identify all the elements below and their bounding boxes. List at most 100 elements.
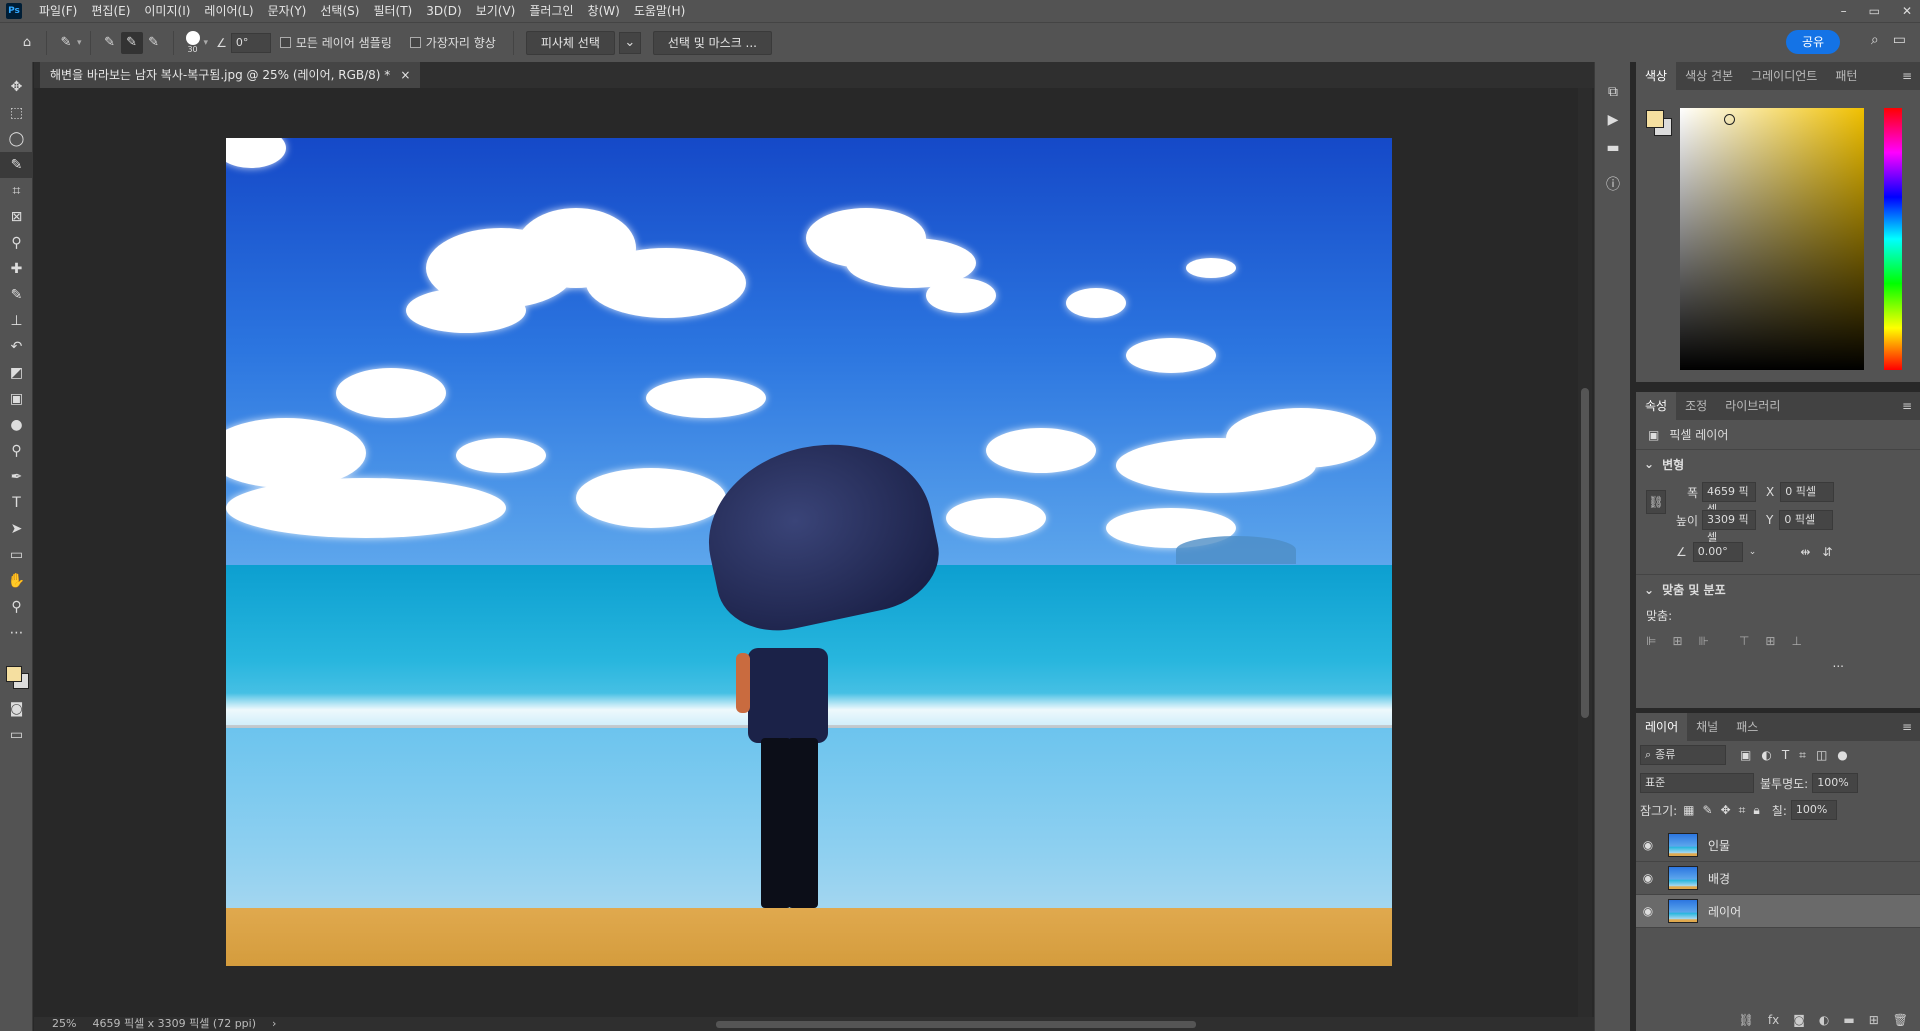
menu-window[interactable]: 창(W) <box>581 0 627 22</box>
color-picker-handle[interactable] <box>1724 114 1735 125</box>
select-subject-dropdown-icon[interactable]: ⌄ <box>618 31 641 54</box>
sample-all-layers-checkbox[interactable]: 모든 레이어 샘플링 <box>279 34 392 51</box>
workspace-icon[interactable]: ▭ <box>1893 32 1906 48</box>
restore-button[interactable]: ▭ <box>1869 0 1880 22</box>
color-swatches[interactable] <box>0 646 32 696</box>
menu-layer[interactable]: 레이어(L) <box>197 0 260 22</box>
angle-field[interactable]: 0° <box>230 32 271 53</box>
new-selection-icon[interactable]: ✎ <box>99 32 121 54</box>
gradient-tool-icon[interactable]: ▣ <box>0 386 33 412</box>
layer-row-background[interactable]: ◉ 배경 <box>1636 862 1920 895</box>
blur-tool-icon[interactable]: ● <box>0 412 33 438</box>
screen-mode-icon[interactable]: ▭ <box>0 722 33 748</box>
vertical-scrollbar[interactable] <box>1578 88 1592 1017</box>
subtract-selection-icon[interactable]: ✎ <box>143 32 165 54</box>
filter-toggle-icon[interactable]: ● <box>1837 748 1847 763</box>
align-right-icon[interactable]: ⊪ <box>1699 634 1709 648</box>
new-layer-icon[interactable]: ⊞ <box>1869 1013 1879 1027</box>
enhance-edge-checkbox[interactable]: 가장자리 향상 <box>409 34 496 51</box>
fx-icon[interactable]: fx <box>1768 1013 1779 1027</box>
color-field[interactable] <box>1680 108 1864 370</box>
lock-position-icon[interactable]: ✥ <box>1721 803 1731 818</box>
align-middle-icon[interactable]: ⊞ <box>1765 634 1775 648</box>
clone-stamp-tool-icon[interactable]: ⊥ <box>0 308 33 334</box>
panel-menu-icon[interactable]: ≡ <box>1902 392 1920 420</box>
quick-selection-preset-icon[interactable]: ✎ <box>55 32 77 54</box>
add-selection-icon[interactable]: ✎ <box>120 31 143 54</box>
flip-vertical-icon[interactable]: ⇵ <box>1822 545 1832 559</box>
fill-field[interactable]: 100% <box>1790 800 1837 820</box>
healing-brush-tool-icon[interactable]: ✚ <box>0 256 33 282</box>
panel-menu-icon[interactable]: ≡ <box>1902 713 1920 741</box>
layer-row-person[interactable]: ◉ 인물 <box>1636 829 1920 862</box>
new-group-icon[interactable]: ▬ <box>1843 1013 1854 1027</box>
menu-file[interactable]: 파일(F) <box>32 0 84 22</box>
add-mask-icon[interactable]: ◙ <box>1793 1013 1805 1027</box>
lock-artboard-icon[interactable]: ⌗ <box>1739 803 1746 818</box>
history-panel-icon[interactable]: ⧉ <box>1595 78 1631 106</box>
share-button[interactable]: 공유 <box>1786 30 1840 54</box>
document-image[interactable] <box>226 138 1392 966</box>
lock-image-icon[interactable]: ✎ <box>1703 803 1713 818</box>
frame-tool-icon[interactable]: ⊠ <box>0 204 33 230</box>
link-layers-icon[interactable]: ⛓ <box>1739 1013 1754 1027</box>
menu-image[interactable]: 이미지(I) <box>137 0 197 22</box>
align-distribute-section[interactable]: ⌄ 맞춤 및 분포 <box>1636 574 1920 604</box>
menu-type[interactable]: 문자(Y) <box>261 0 314 22</box>
align-left-icon[interactable]: ⊫ <box>1646 634 1656 648</box>
rectangle-tool-icon[interactable]: ▭ <box>0 542 33 568</box>
align-top-icon[interactable]: ⊤ <box>1739 634 1749 648</box>
lock-transparent-icon[interactable]: ▦ <box>1683 803 1694 818</box>
pen-tool-icon[interactable]: ✒ <box>0 464 33 490</box>
blend-mode-select[interactable]: 표준 <box>1640 773 1754 793</box>
trash-icon[interactable]: 🗑︎ <box>1893 1013 1908 1027</box>
height-field[interactable]: 3309 픽셀 <box>1702 510 1756 544</box>
filter-adjustment-icon[interactable]: ◐ <box>1761 748 1771 763</box>
layer-filter-select[interactable]: ⌕ 종류 <box>1640 745 1726 765</box>
brush-tool-icon[interactable]: ✎ <box>0 282 33 308</box>
menu-help[interactable]: 도움말(H) <box>627 0 693 22</box>
info-panel-icon[interactable]: ⓘ <box>1595 170 1631 198</box>
width-field[interactable]: 4659 픽셀 <box>1702 482 1756 516</box>
path-selection-tool-icon[interactable]: ➤ <box>0 516 33 542</box>
eyedropper-tool-icon[interactable]: ⚲ <box>0 230 33 256</box>
adjustment-layer-icon[interactable]: ◐ <box>1819 1013 1829 1027</box>
eye-icon[interactable]: ◉ <box>1636 838 1660 852</box>
tab-properties[interactable]: 속성 <box>1636 392 1677 420</box>
dodge-tool-icon[interactable]: ⚲ <box>0 438 33 464</box>
foreground-color[interactable] <box>1646 110 1664 128</box>
tab-channels[interactable]: 채널 <box>1687 713 1727 741</box>
filter-type-icon[interactable]: T <box>1782 748 1789 763</box>
menu-filter[interactable]: 필터(T) <box>366 0 419 22</box>
tab-libraries[interactable]: 라이브러리 <box>1716 392 1789 420</box>
menu-view[interactable]: 보기(V) <box>469 0 523 22</box>
menu-plugins[interactable]: 플러그인 <box>522 0 580 22</box>
hue-slider[interactable] <box>1884 108 1902 370</box>
tab-color[interactable]: 색상 <box>1636 62 1677 90</box>
tab-paths[interactable]: 패스 <box>1727 713 1767 741</box>
quick-mask-icon[interactable]: ◙ <box>0 696 33 722</box>
type-tool-icon[interactable]: T <box>0 490 33 516</box>
select-subject-button[interactable]: 피사체 선택 <box>525 30 615 55</box>
filter-shape-icon[interactable]: ⌗ <box>1799 748 1806 763</box>
close-tab-icon[interactable]: × <box>400 62 410 88</box>
marquee-tool-icon[interactable]: ⬚ <box>0 100 33 126</box>
menu-select[interactable]: 선택(S) <box>313 0 366 22</box>
close-window-button[interactable]: ✕ <box>1902 0 1912 22</box>
panel-menu-icon[interactable]: ≡ <box>1902 62 1920 90</box>
menu-edit[interactable]: 편집(E) <box>84 0 137 22</box>
chevron-down-icon[interactable]: ▾ <box>204 38 209 48</box>
filter-pixel-icon[interactable]: ▣ <box>1740 748 1751 763</box>
move-tool-icon[interactable]: ✥ <box>0 74 33 100</box>
y-field[interactable]: 0 픽셀 <box>1779 510 1834 530</box>
tab-gradients[interactable]: 그레이디언트 <box>1742 62 1826 90</box>
eraser-tool-icon[interactable]: ◩ <box>0 360 33 386</box>
tab-adjustments[interactable]: 조정 <box>1676 392 1716 420</box>
x-field[interactable]: 0 픽셀 <box>1780 482 1835 502</box>
foreground-color-swatch[interactable] <box>6 666 22 682</box>
chevron-down-icon[interactable]: ▾ <box>77 38 82 48</box>
home-icon[interactable]: ⌂ <box>16 32 38 54</box>
lock-all-icon[interactable]: 🔒︎ <box>1753 803 1759 818</box>
tab-swatches[interactable]: 색상 견본 <box>1676 62 1742 90</box>
zoom-tool-icon[interactable]: ⚲ <box>0 594 33 620</box>
